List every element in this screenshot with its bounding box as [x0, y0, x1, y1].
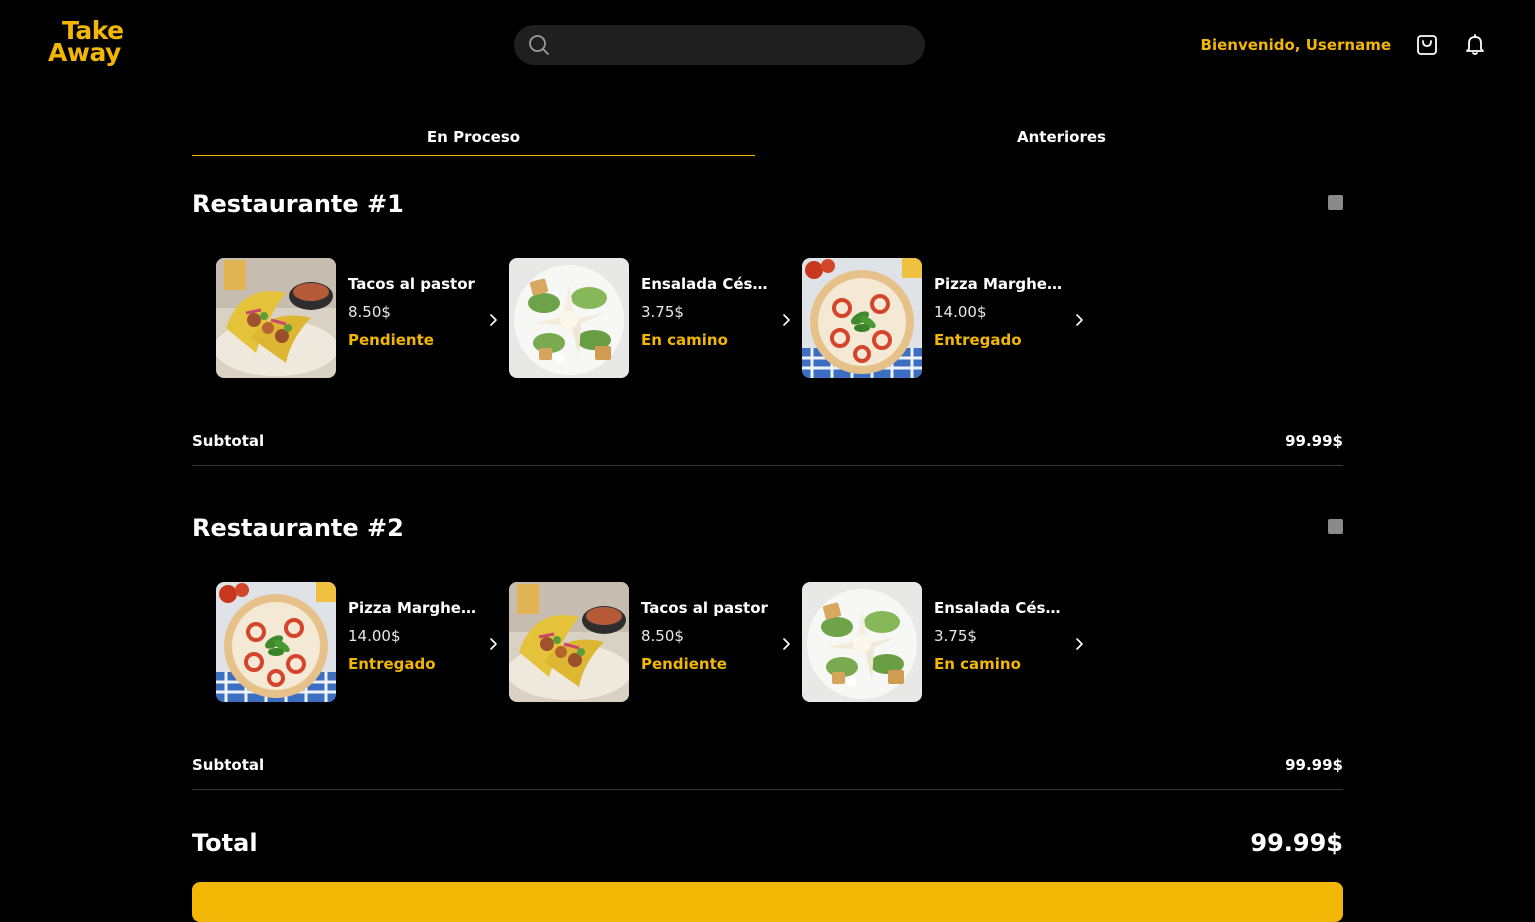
search-input[interactable] — [560, 25, 915, 65]
section-divider — [192, 465, 1343, 466]
salad-image — [802, 582, 922, 702]
tacos-image — [216, 258, 336, 378]
shopping-bag-icon[interactable] — [1415, 32, 1439, 62]
item-status: En camino — [641, 331, 728, 349]
item-name: Ensalada César — [641, 275, 769, 293]
chevron-right-icon[interactable] — [488, 312, 498, 331]
item-status: Entregado — [348, 655, 436, 673]
chevron-right-icon[interactable] — [488, 636, 498, 655]
search-bar[interactable] — [514, 25, 925, 65]
welcome-user-link[interactable]: Bienvenido, Username — [1201, 36, 1391, 54]
salad-image — [509, 258, 629, 378]
restaurant-checkbox[interactable] — [1328, 195, 1343, 210]
item-name: Tacos al pastor — [348, 275, 475, 293]
tab-en-proceso[interactable]: En Proceso — [192, 128, 755, 156]
subtotal-label: Subtotal — [192, 432, 265, 450]
pizza-image — [216, 582, 336, 702]
item-name: Tacos al pastor — [641, 599, 768, 617]
restaurant-title: Restaurante #1 — [192, 190, 404, 218]
bell-icon[interactable] — [1463, 32, 1487, 62]
item-price: 8.50$ — [348, 303, 391, 321]
order-item[interactable]: Ensalada César 3.75$ En camino — [802, 582, 1085, 702]
item-price: 14.00$ — [934, 303, 987, 321]
checkout-button[interactable] — [192, 882, 1343, 922]
subtotal-value: 99.99$ — [1285, 432, 1343, 450]
subtotal-label: Subtotal — [192, 756, 265, 774]
item-status: Entregado — [934, 331, 1022, 349]
item-status: Pendiente — [641, 655, 727, 673]
order-tabs: En Proceso Anteriores — [192, 128, 1343, 156]
item-name: Ensalada César — [934, 599, 1062, 617]
restaurant-checkbox[interactable] — [1328, 519, 1343, 534]
item-name: Pizza Margheri… — [934, 275, 1062, 293]
item-price: 3.75$ — [641, 303, 684, 321]
chevron-right-icon[interactable] — [1074, 312, 1084, 331]
item-price: 14.00$ — [348, 627, 401, 645]
restaurant-title: Restaurante #2 — [192, 514, 404, 542]
order-item[interactable]: Ensalada César 3.75$ En camino — [509, 258, 792, 378]
total-value: 99.99$ — [1250, 829, 1343, 857]
restaurant-order-2: Restaurante #2 Pizza Margheri… 14.00$ En… — [192, 514, 1343, 804]
item-status: Pendiente — [348, 331, 434, 349]
pizza-image — [802, 258, 922, 378]
chevron-right-icon[interactable] — [1074, 636, 1084, 655]
chevron-right-icon[interactable] — [781, 636, 791, 655]
tab-anteriores[interactable]: Anteriores — [780, 128, 1343, 156]
search-icon — [528, 34, 550, 60]
takeaway-logo[interactable]: Take Away — [48, 18, 124, 67]
logo-line-2: Away — [48, 38, 121, 67]
tacos-image — [509, 582, 629, 702]
restaurant-order-1: Restaurante #1 Tacos al pastor 8.50$ Pen… — [192, 190, 1343, 480]
order-item[interactable]: Tacos al pastor 8.50$ Pendiente — [216, 258, 499, 378]
top-bar: Take Away Bienvenido, Username — [0, 0, 1535, 90]
order-item[interactable]: Tacos al pastor 8.50$ Pendiente — [509, 582, 792, 702]
item-price: 8.50$ — [641, 627, 684, 645]
total-label: Total — [192, 829, 258, 857]
item-price: 3.75$ — [934, 627, 977, 645]
order-item[interactable]: Pizza Margheri… 14.00$ Entregado — [802, 258, 1085, 378]
subtotal-value: 99.99$ — [1285, 756, 1343, 774]
item-status: En camino — [934, 655, 1021, 673]
order-item[interactable]: Pizza Margheri… 14.00$ Entregado — [216, 582, 499, 702]
chevron-right-icon[interactable] — [781, 312, 791, 331]
section-divider — [192, 789, 1343, 790]
item-name: Pizza Margheri… — [348, 599, 476, 617]
